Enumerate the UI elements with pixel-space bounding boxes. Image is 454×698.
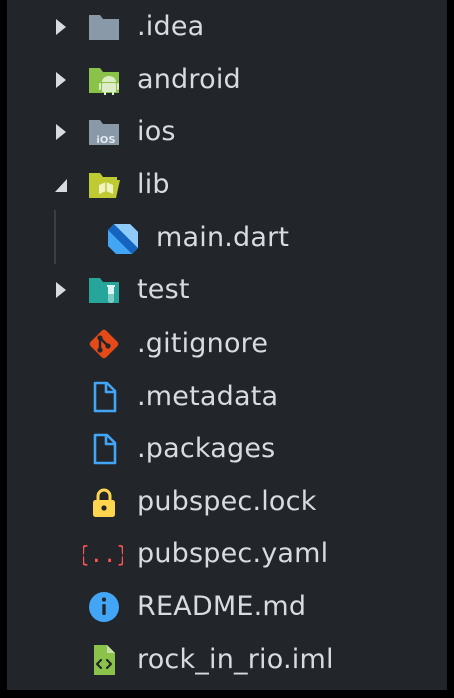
tree-item-label: android (137, 64, 241, 95)
tree-item-pubspec-lock[interactable]: pubspec.lock (7, 476, 447, 528)
tree-item-label: pubspec.lock (137, 486, 317, 517)
lib-folder-open-icon (89, 173, 120, 198)
tree-item-main-dart[interactable]: main.dart (7, 212, 447, 264)
tree-item-label: .gitignore (137, 328, 269, 359)
file-icon (93, 433, 117, 465)
tree-item-rock-in-rio-iml[interactable]: rock_in_rio.iml (7, 634, 447, 686)
tree-item-test[interactable]: test (7, 264, 447, 316)
file-icon (93, 381, 117, 413)
tree-item-gitignore[interactable]: .gitignore (7, 318, 447, 370)
lock-icon (93, 488, 115, 517)
ios-folder-icon: iOS (89, 120, 119, 146)
tree-item-android[interactable]: android (7, 54, 447, 106)
svg-text:iOS: iOS (96, 135, 115, 146)
tree-item-label: test (137, 274, 190, 305)
tree-item-label: lib (137, 169, 170, 200)
iml-file-icon (94, 645, 115, 675)
tree-item-lib[interactable]: lib (7, 159, 447, 211)
tree-item-label: pubspec.yaml (137, 538, 329, 569)
tree-item-idea[interactable]: .idea (7, 1, 447, 53)
yaml-braces-icon: {..} (83, 543, 123, 568)
git-icon (89, 329, 119, 359)
tree-item-label: rock_in_rio.iml (137, 644, 334, 675)
chevron-right-icon[interactable] (51, 68, 71, 92)
file-explorer-tree: .idea android iOS ios lib main.dart test… (7, 0, 447, 690)
chevron-right-icon[interactable] (51, 278, 71, 302)
tree-item-label: .packages (137, 433, 276, 464)
tree-item-label: .idea (137, 11, 205, 42)
chevron-right-icon[interactable] (51, 120, 71, 144)
tree-item-metadata[interactable]: .metadata (7, 371, 447, 423)
chevron-down-icon[interactable] (51, 173, 71, 197)
tree-item-packages[interactable]: .packages (7, 423, 447, 475)
dart-icon (108, 224, 138, 254)
chevron-right-icon[interactable] (51, 15, 71, 39)
tree-item-pubspec-yaml[interactable]: {..} pubspec.yaml (7, 528, 447, 580)
tree-item-label: main.dart (156, 222, 290, 253)
android-folder-icon (89, 68, 119, 95)
tree-item-ios[interactable]: iOS ios (7, 106, 447, 158)
tree-item-readme[interactable]: README.md (7, 581, 447, 633)
test-folder-icon (89, 278, 119, 303)
tree-item-label: ios (137, 116, 176, 147)
tree-item-label: README.md (137, 591, 307, 622)
info-icon (89, 592, 119, 622)
folder-icon (89, 15, 119, 40)
svg-text:{..}: {..} (83, 543, 123, 568)
tree-item-label: .metadata (137, 381, 279, 412)
